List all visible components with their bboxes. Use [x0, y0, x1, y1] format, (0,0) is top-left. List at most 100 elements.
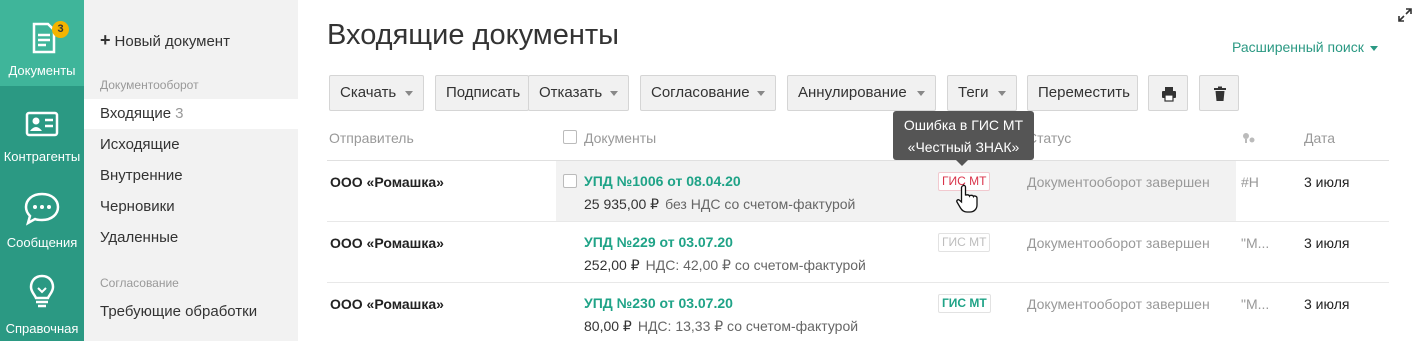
- contacts-card-icon: [25, 111, 59, 137]
- new-document-button[interactable]: + Новый документ: [100, 30, 230, 51]
- annul-label: Аннулирование: [798, 84, 907, 101]
- row-amount: 252,00 ₽: [584, 257, 640, 273]
- printer-icon: [1162, 87, 1176, 102]
- sidebar-item-label: Удаленные: [100, 229, 179, 246]
- row-checkbox[interactable]: [563, 174, 577, 188]
- expand-icon[interactable]: [1398, 8, 1412, 22]
- rail-label-help: Справочная: [5, 321, 79, 336]
- row-document-link[interactable]: УПД №230 от 03.07.20: [584, 295, 733, 311]
- gis-mt-badge-neutral[interactable]: ГИС МТ: [938, 233, 991, 252]
- gis-mt-badge-ok[interactable]: ГИС МТ: [938, 294, 991, 313]
- row-status: Документооборот завершен: [1027, 235, 1210, 251]
- rail-label-contacts: Контрагенты: [3, 149, 81, 164]
- column-header-date[interactable]: Дата: [1304, 130, 1335, 146]
- row-amount: 25 935,00 ₽: [584, 196, 660, 212]
- chevron-down-icon: [1369, 45, 1378, 51]
- move-button[interactable]: Переместить: [1027, 75, 1138, 111]
- row-document-link[interactable]: УПД №229 от 03.07.20: [584, 234, 733, 250]
- advanced-search-label: Расширенный поиск: [1232, 39, 1364, 55]
- rail-item-messages[interactable]: Сообщения: [0, 172, 84, 258]
- download-label: Скачать: [340, 84, 397, 101]
- sidebar-item-label: Входящие: [100, 105, 172, 122]
- plus-icon: +: [100, 30, 111, 50]
- move-label: Переместить: [1038, 84, 1130, 101]
- reject-label: Отказать: [539, 84, 603, 101]
- new-document-label: Новый документ: [114, 33, 230, 50]
- row-sender: ООО «Ромашка»: [330, 296, 444, 312]
- select-all-checkbox[interactable]: [563, 130, 577, 144]
- main-rail: 3 Документы Контрагенты Сообщения Справо…: [0, 0, 84, 341]
- sidebar-item-label: Исходящие: [100, 136, 180, 153]
- row-document-details: 25 935,00 ₽ без НДС со счетом-фактурой: [584, 196, 855, 213]
- advanced-search-link[interactable]: Расширенный поиск: [1232, 39, 1378, 55]
- chevron-down-icon: [757, 91, 765, 96]
- tag-settings-icon: [1243, 133, 1255, 143]
- annul-button[interactable]: Аннулирование: [787, 75, 936, 111]
- sidebar-item-drafts[interactable]: Черновики: [84, 192, 298, 222]
- rail-item-contacts[interactable]: Контрагенты: [0, 86, 84, 172]
- column-header-sender[interactable]: Отправитель: [329, 130, 414, 146]
- sidebar-item-deleted[interactable]: Удаленные: [84, 223, 298, 253]
- tooltip-arrow: [956, 160, 968, 166]
- row-status: Документооборот завершен: [1027, 174, 1210, 190]
- hand-pointer-icon: [956, 184, 978, 213]
- sign-button[interactable]: Подписать: [435, 75, 529, 111]
- nav-group-workflow: Документооборот: [100, 78, 199, 92]
- chevron-down-icon: [917, 91, 925, 96]
- row-tag: "М...: [1241, 235, 1270, 251]
- page-title: Входящие документы: [327, 19, 619, 51]
- row-vat: НДС: 13,33 ₽ со счетом-фактурой: [637, 318, 859, 334]
- row-date: 3 июля: [1304, 174, 1350, 190]
- rail-item-help[interactable]: Справочная: [0, 258, 84, 341]
- row-sender: ООО «Ромашка»: [330, 174, 444, 190]
- rail-item-documents[interactable]: 3 Документы: [0, 0, 84, 86]
- table-row[interactable]: ООО «Ромашка» УПД №230 от 03.07.20 80,00…: [327, 283, 1389, 341]
- sidebar-item-label: Требующие обработки: [100, 303, 258, 320]
- sidebar-item-label: Черновики: [100, 198, 175, 215]
- column-header-documents[interactable]: Документы: [584, 130, 656, 146]
- sidebar-item-inbox[interactable]: Входящие 3: [84, 99, 298, 129]
- rail-label-messages: Сообщения: [6, 235, 78, 250]
- chevron-down-icon: [610, 91, 618, 96]
- app-window: 3 Документы Контрагенты Сообщения Справо…: [0, 0, 1418, 341]
- reject-button[interactable]: Отказать: [528, 75, 629, 111]
- delete-button[interactable]: [1199, 75, 1239, 111]
- sidebar-item-needs-processing[interactable]: Требующие обработки: [84, 297, 298, 327]
- nav-group-approval: Согласование: [100, 276, 179, 290]
- lightbulb-icon: [29, 274, 55, 308]
- sidebar: + Новый документ Документооборот Входящие…: [84, 0, 298, 341]
- trash-icon: [1214, 86, 1226, 101]
- row-document-details: 252,00 ₽ НДС: 42,00 ₽ со счетом-фактурой: [584, 257, 866, 274]
- tags-label: Теги: [958, 84, 989, 101]
- approval-button[interactable]: Согласование: [640, 75, 776, 111]
- tooltip-line-1: Ошибка в ГИС МТ: [903, 117, 1024, 133]
- chevron-down-icon: [405, 91, 413, 96]
- gis-error-tooltip: Ошибка в ГИС МТ «Честный ЗНАК»: [893, 111, 1034, 166]
- chat-bubble-icon: [24, 192, 60, 226]
- documents-badge: 3: [52, 21, 69, 38]
- row-vat: без НДС со счетом-фактурой: [665, 196, 856, 212]
- row-date: 3 июля: [1304, 235, 1350, 251]
- table-row[interactable]: ООО «Ромашка» УПД №1006 от 08.04.20 25 9…: [327, 161, 1389, 222]
- row-document-details: 80,00 ₽ НДС: 13,33 ₽ со счетом-фактурой: [584, 318, 858, 335]
- row-date: 3 июля: [1304, 296, 1350, 312]
- row-sender: ООО «Ромашка»: [330, 235, 444, 251]
- sidebar-item-internal[interactable]: Внутренние: [84, 161, 298, 191]
- rail-label-documents: Документы: [8, 63, 76, 78]
- tags-button[interactable]: Теги: [947, 75, 1017, 111]
- row-tag: #Н: [1241, 174, 1259, 190]
- approval-label: Согласование: [651, 84, 750, 101]
- print-button[interactable]: [1148, 75, 1188, 111]
- sidebar-item-outbox[interactable]: Исходящие: [84, 130, 298, 160]
- download-button[interactable]: Скачать: [329, 75, 424, 111]
- row-status: Документооборот завершен: [1027, 296, 1210, 312]
- row-amount: 80,00 ₽: [584, 318, 632, 334]
- row-document-link[interactable]: УПД №1006 от 08.04.20: [584, 173, 741, 189]
- inbox-count: 3: [175, 105, 184, 122]
- column-header-tags[interactable]: [1242, 131, 1256, 147]
- sidebar-item-label: Внутренние: [100, 167, 183, 184]
- tooltip-line-2: «Честный ЗНАК»: [907, 139, 1020, 155]
- table-row[interactable]: ООО «Ромашка» УПД №229 от 03.07.20 252,0…: [327, 222, 1389, 283]
- chevron-down-icon: [998, 91, 1006, 96]
- sign-label: Подписать: [446, 84, 521, 101]
